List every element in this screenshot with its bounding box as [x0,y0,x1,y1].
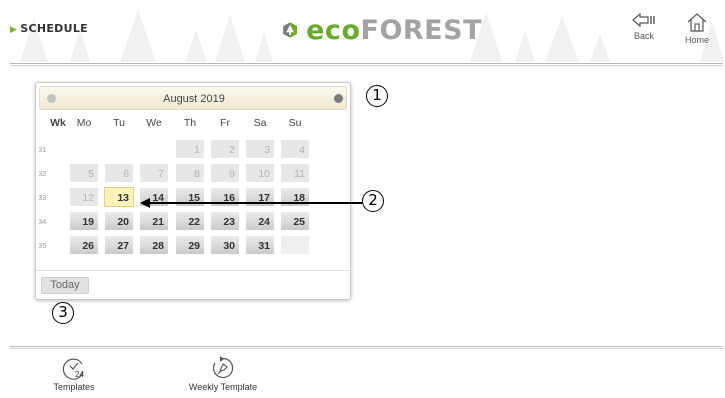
day-cell[interactable]: 26 [69,235,99,255]
footer-divider [10,346,723,349]
callout-1: 1 [366,85,388,107]
templates-label: Templates [53,382,95,392]
weekly-template-button[interactable]: Weekly Template [178,356,268,392]
callout-2-arrow [140,198,362,208]
templates-button[interactable]: 24 Templates [48,356,100,392]
ecoforest-logo: ecoFOREST [282,8,482,52]
day-cell: 4 [280,139,310,159]
day-cell[interactable]: 23 [210,211,240,231]
weekly-template-label: Weekly Template [188,382,258,392]
callout-2: 2 [362,190,384,212]
today-button[interactable]: Today [41,277,89,294]
logo-forest: FOREST [360,14,482,46]
day-cell[interactable]: 21 [139,211,169,231]
week-number: 32 [38,169,47,178]
weekday-header: Th [183,117,197,129]
day-cell: 6 [104,163,134,183]
weekday-header: Sa [253,117,267,129]
clock-24-icon: 24 [62,358,84,380]
day-cell[interactable]: 29 [175,235,205,255]
weekday-header: Mo [76,117,92,129]
header-divider [10,63,723,66]
triangle-right-icon: ▶ [10,25,18,35]
week-number: 35 [38,241,47,250]
section-title: ▶ SCHEDULE [10,22,88,35]
back-button[interactable]: Back [626,12,662,52]
home-icon [687,13,707,32]
weekly-template-icon [212,356,234,379]
day-cell[interactable]: 20 [104,211,134,231]
weekday-header: Su [288,117,302,129]
back-label: Back [633,31,654,41]
day-cell: 2 [210,139,240,159]
day-cell[interactable]: 31 [245,235,275,255]
month-label: August 2019 [163,93,225,105]
day-cell: 8 [175,163,205,183]
calendar-divider [36,270,350,271]
day-cell[interactable]: 19 [69,211,99,231]
day-cell: 9 [210,163,240,183]
calendar-header: August 2019 [39,86,347,110]
home-label: Home [684,35,709,45]
week-column-header: Wk [50,117,66,129]
logo-eco: eco [306,14,361,46]
day-cell: 10 [245,163,275,183]
date-picker: August 2019 Wk Mo Tu We Th Fr Sa Su 31 1 2 3 4 32 5 6… [35,82,351,300]
empty-day-cell [280,235,310,255]
day-cell[interactable]: 27 [104,235,134,255]
logo-mark [283,22,297,38]
day-cell: 7 [139,163,169,183]
day-cell[interactable]: 24 [245,211,275,231]
day-cell: 12 [69,187,99,207]
day-cell[interactable]: 30 [210,235,240,255]
day-cell: 5 [69,163,99,183]
weekday-header: We [146,117,162,129]
next-month-button[interactable] [334,94,343,103]
home-button[interactable]: Home [679,12,715,52]
back-arrow-icon [632,12,655,28]
header: ▶ SCHEDULE ecoFOREST Back Home [0,0,725,62]
weekday-header: Tu [113,117,125,129]
week-number: 31 [38,145,47,154]
day-cell[interactable]: 25 [280,211,310,231]
templates-icon-number: 24 [75,370,84,379]
section-title-text: SCHEDULE [20,22,88,35]
logo-wordmark: ecoFOREST [306,17,482,44]
weekday-header: Fr [220,117,230,129]
day-cell: 11 [280,163,310,183]
day-cell: 1 [175,139,205,159]
day-cell: 3 [245,139,275,159]
week-number: 34 [38,217,47,226]
day-cell[interactable]: 28 [139,235,169,255]
week-number: 33 [38,193,47,202]
day-cell[interactable]: 22 [175,211,205,231]
callout-3: 3 [52,302,74,324]
day-cell-today[interactable]: 13 [104,187,134,207]
